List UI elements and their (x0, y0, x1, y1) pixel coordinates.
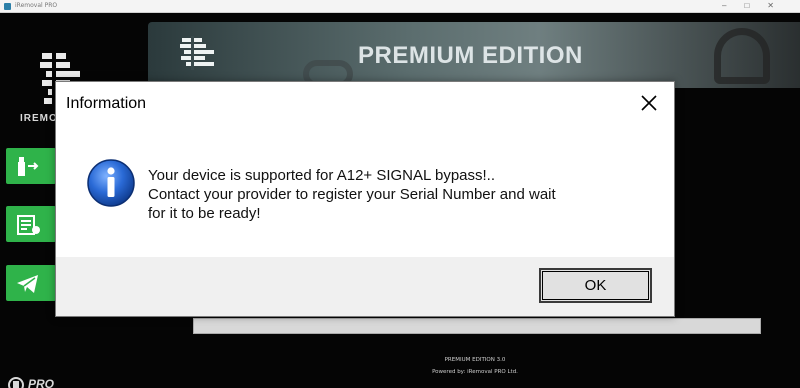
banner-title: PREMIUM EDITION (358, 42, 583, 69)
banner-logo-icon (180, 36, 214, 70)
message-line-1: Your device is supported for A12+ SIGNAL… (148, 167, 496, 184)
app-window: iRemoval PRO –□✕ IREMOVAL PRO PREMIUM ED… (0, 0, 800, 388)
minimize-button[interactable]: – (722, 1, 744, 10)
padlock-graphic (714, 28, 770, 84)
window-controls[interactable]: –□✕ (722, 1, 792, 10)
info-icon (87, 159, 135, 207)
ok-button[interactable]: OK (539, 268, 652, 303)
footer-logo-icon (8, 377, 24, 388)
premium-banner: PREMIUM EDITION (148, 22, 800, 88)
window-title: iRemoval PRO (15, 2, 58, 9)
telegram-button[interactable] (6, 265, 56, 301)
progress-bar (193, 318, 761, 334)
dialog-message: Your device is supported for A12+ SIGNAL… (148, 166, 648, 223)
message-line-2: Contact your provider to register your S… (148, 186, 556, 203)
close-window-button[interactable]: ✕ (767, 1, 792, 10)
close-icon (641, 95, 657, 111)
usb-device-icon (18, 157, 39, 176)
checklist-icon (17, 215, 40, 235)
edition-text: PREMIUM EDITION 3.0 (444, 357, 506, 363)
device-button[interactable] (6, 148, 56, 184)
footer-info: PREMIUM EDITION 3.0 Powered by: iRemoval… (400, 354, 550, 378)
dialog-body: Your device is supported for A12+ SIGNAL… (56, 126, 674, 257)
powered-by-text: Powered by: iRemoval PRO Ltd. (432, 369, 518, 375)
maximize-button[interactable]: □ (744, 1, 767, 10)
footer-logo: PRO (4, 375, 84, 388)
checklist-button[interactable] (6, 206, 56, 242)
footer-logo-text: PRO (28, 377, 55, 388)
telegram-icon (17, 275, 38, 293)
app-icon (4, 3, 11, 10)
title-bar: iRemoval PRO –□✕ (0, 0, 800, 13)
message-line-3: for it to be ready! (148, 205, 261, 222)
information-dialog: Information Your device is supported for… (55, 81, 675, 317)
dialog-title: Information (66, 95, 147, 112)
dialog-footer: OK (56, 257, 674, 316)
dialog-close-button[interactable] (634, 90, 664, 116)
